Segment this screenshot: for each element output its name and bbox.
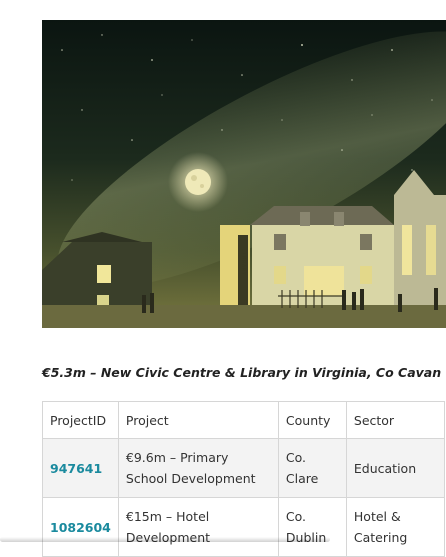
column-header-projectid[interactable]: ProjectID — [42, 401, 119, 439]
sector-cell: Hotel & Catering — [345, 497, 445, 557]
table-header-row: ProjectID Project County Sector — [42, 401, 445, 439]
image-caption: €5.3m – New Civic Centre & Library in Vi… — [42, 365, 442, 380]
project-cell: €9.6m – Primary School Development — [117, 438, 279, 498]
table-row: 947641 €9.6m – Primary School Developmen… — [42, 438, 445, 498]
project-id-cell: 947641 — [42, 438, 119, 498]
column-header-sector[interactable]: Sector — [345, 401, 445, 439]
project-cell: €15m – Hotel Development — [117, 497, 279, 557]
hero-illustration: LIBRARY — [42, 20, 446, 328]
county-cell: Co. Clare — [277, 438, 347, 498]
column-header-project[interactable]: Project — [117, 401, 279, 439]
projects-table: ProjectID Project County Sector 947641 €… — [42, 401, 445, 557]
column-header-county[interactable]: County — [277, 401, 347, 439]
project-id-link[interactable]: 947641 — [50, 461, 102, 476]
table-row: 1082604 €15m – Hotel Development Co. Dub… — [42, 497, 445, 557]
county-cell: Co. Dublin — [277, 497, 347, 557]
library-facade-lettering: LIBRARY — [240, 248, 246, 276]
horizontal-scroll-indicator[interactable] — [0, 537, 330, 542]
project-id-cell: 1082604 — [42, 497, 119, 557]
hero-image: LIBRARY — [42, 20, 446, 328]
project-id-link[interactable]: 1082604 — [50, 520, 111, 535]
sector-cell: Education — [345, 438, 445, 498]
